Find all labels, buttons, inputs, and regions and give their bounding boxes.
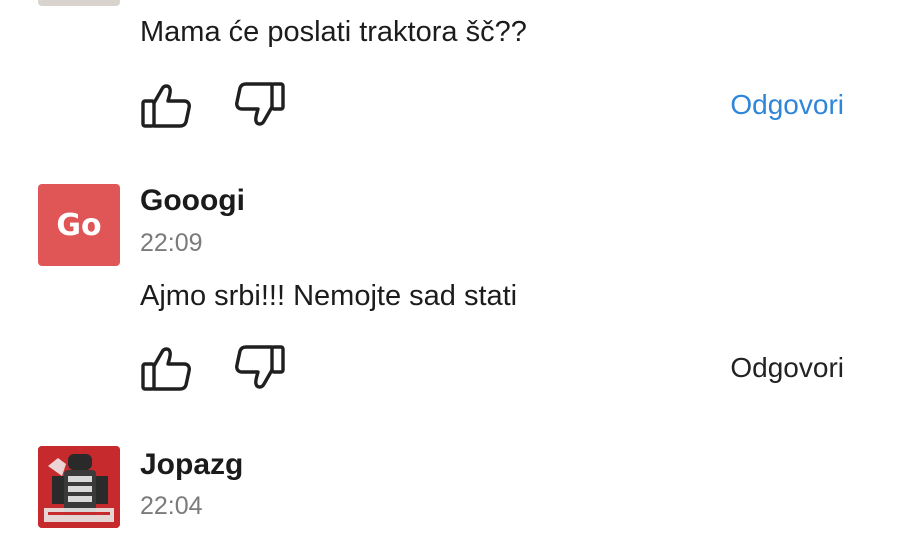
avatar-initials: Go [56,207,102,243]
username[interactable]: Gooogi [140,183,245,219]
reply-button[interactable]: Odgovori [730,350,844,386]
thumbs-up-icon [141,347,191,391]
thumbs-down-icon [235,345,285,389]
dislike-button[interactable] [232,340,288,396]
thumbs-down-icon [235,82,285,126]
avatar[interactable] [38,0,120,6]
comment-actions: Odgovori [138,77,848,133]
comment-text: Mama će poslati traktora šč?? [140,16,527,48]
user-photo-avatar [38,446,120,528]
like-button[interactable] [138,340,194,396]
avatar[interactable]: Go [38,184,120,266]
avatar[interactable] [38,446,120,528]
reply-button[interactable]: Odgovori [730,87,844,123]
username[interactable]: Jopazg [140,447,243,483]
dislike-button[interactable] [232,77,288,133]
timestamp: 22:09 [140,229,203,257]
comments-section: Mama će poslati traktora šč?? Odgovori G… [0,0,900,536]
comment-text: Ajmo srbi!!! Nemojte sad stati [140,280,518,312]
like-button[interactable] [138,77,194,133]
comment-actions: Odgovori [138,340,848,396]
thumbs-up-icon [141,84,191,128]
timestamp: 22:04 [140,492,203,520]
